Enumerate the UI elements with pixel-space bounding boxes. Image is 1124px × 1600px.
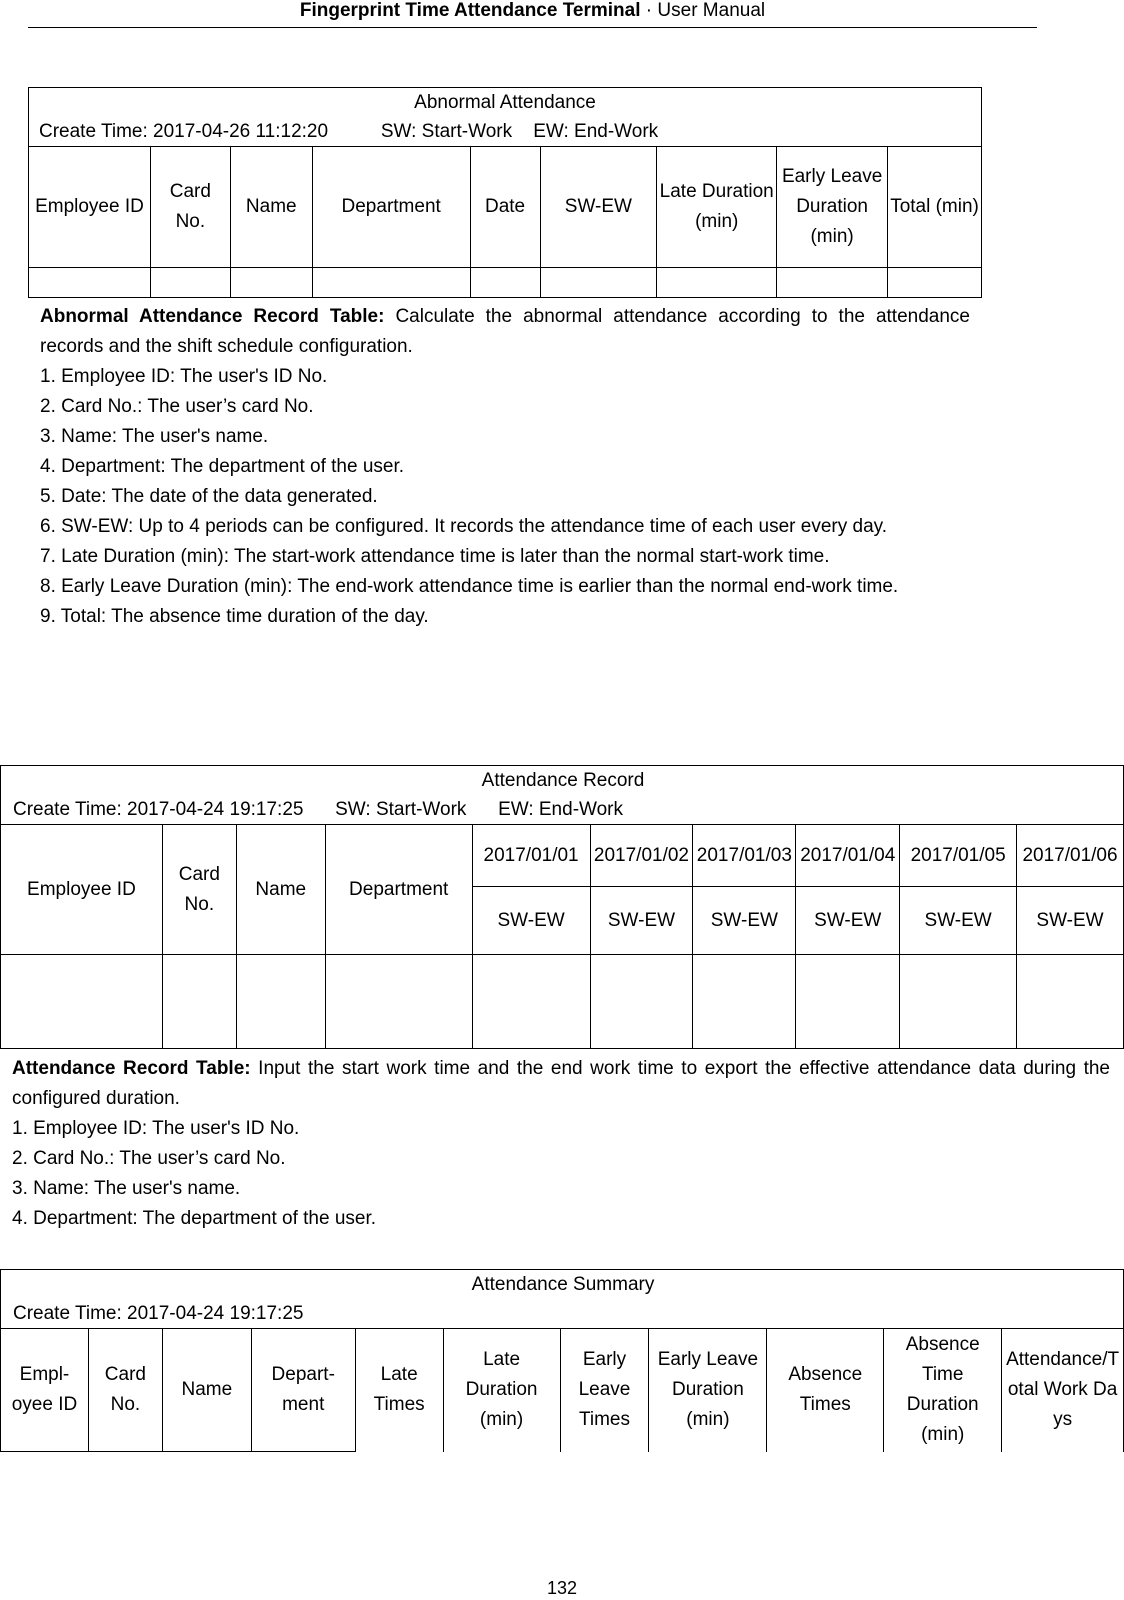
column-header: Department — [311, 146, 471, 268]
table-meta: Create Time: 2017-04-24 19:17:25 — [13, 1303, 304, 1324]
list-item: 7. Late Duration (min): The start-work a… — [40, 546, 830, 567]
empty-cell — [795, 954, 901, 1049]
list-item: 4. Department: The department of the use… — [12, 1208, 377, 1229]
column-header: Absence Times — [766, 1328, 885, 1452]
empty-cell — [539, 267, 658, 298]
column-header: Card No. — [161, 824, 237, 955]
sub-header: SW-EW — [471, 886, 591, 955]
date-header: 2017/01/05 — [899, 824, 1018, 887]
table-meta: Create Time: 2017-04-24 19:17:25 SW: Sta… — [13, 799, 624, 820]
date-header: 2017/01/04 — [795, 824, 901, 887]
empty-cell — [469, 267, 541, 298]
attendance-record-table: Attendance Record Create Time: 2017-04-2… — [0, 765, 1124, 1049]
list-item: 1. Employee ID: The user's ID No. — [12, 1118, 300, 1139]
empty-cell — [229, 267, 313, 298]
description-intro: Attendance Record Table: Input the start… — [12, 1058, 1110, 1109]
sub-header: SW-EW — [899, 886, 1018, 955]
empty-cell — [311, 267, 471, 298]
column-header: Employee ID — [28, 146, 151, 268]
attendance-summary-table: Attendance Summary Create Time: 2017-04-… — [0, 1269, 1124, 1452]
column-header: Absence Time Duration (min) — [883, 1328, 1003, 1452]
column-header: Department — [324, 824, 473, 955]
list-item: 5. Date: The date of the data generated. — [40, 486, 378, 507]
list-item: 8. Early Leave Duration (min): The end-w… — [40, 576, 899, 597]
manual-title: Fingerprint Time Attendance Terminal — [299, 0, 641, 21]
empty-cell — [235, 954, 326, 1049]
column-header: Late Times — [354, 1328, 444, 1452]
column-header: Date — [469, 146, 541, 268]
date-header: 2017/01/02 — [589, 824, 694, 887]
table-title: Attendance Summary — [471, 1274, 655, 1295]
column-header: Employee ID — [0, 824, 163, 955]
list-item: 6. SW-EW: Up to 4 periods can be configu… — [40, 516, 888, 537]
table-title: Abnormal Attendance — [414, 92, 596, 113]
description-title: Abnormal Attendance Record Table: — [40, 306, 385, 327]
date-header: 2017/01/01 — [471, 824, 591, 887]
column-header: Name — [235, 824, 326, 955]
column-header: Depart-ment — [250, 1328, 356, 1452]
empty-cell — [28, 267, 151, 298]
empty-cell — [0, 954, 163, 1049]
sub-header: SW-EW — [795, 886, 901, 955]
description-title: Attendance Record Table: — [12, 1058, 251, 1079]
table-row — [0, 954, 1124, 1049]
empty-cell — [776, 267, 889, 298]
sub-header: SW-EW — [1016, 886, 1124, 955]
column-header: Late Duration (min) — [442, 1328, 561, 1452]
page-number: 132 — [546, 1578, 578, 1598]
empty-cell — [1016, 954, 1124, 1049]
page-header: Fingerprint Time Attendance Terminal · U… — [28, 0, 1037, 28]
column-header: Early Leave Times — [559, 1328, 650, 1452]
table-meta: Create Time: 2017-04-26 11:12:20 SW: Sta… — [39, 121, 659, 142]
description-intro: Abnormal Attendance Record Table: Calcul… — [40, 306, 970, 357]
column-header: Early Leave Duration (min) — [776, 146, 889, 268]
list-item: 3. Name: The user's name. — [12, 1178, 241, 1199]
empty-cell — [149, 267, 231, 298]
manual-subtitle: User Manual — [657, 0, 766, 21]
column-header: Card No. — [87, 1328, 163, 1452]
sub-header: SW-EW — [692, 886, 797, 955]
empty-cell — [161, 954, 237, 1049]
empty-cell — [887, 267, 982, 298]
header-separator: · — [640, 0, 658, 21]
abnormal-attendance-table: Abnormal Attendance Create Time: 2017-04… — [28, 87, 982, 298]
table-row — [28, 267, 982, 298]
list-item: 2. Card No.: The user’s card No. — [40, 396, 314, 417]
record-description: Attendance Record Table: Input the start… — [12, 1054, 1110, 1234]
column-header: Late Duration (min) — [656, 146, 778, 268]
abnormal-description: Abnormal Attendance Record Table: Calcul… — [40, 302, 970, 632]
column-header: Name — [161, 1328, 252, 1452]
empty-cell — [899, 954, 1018, 1049]
list-item: 3. Name: The user's name. — [40, 426, 269, 447]
empty-cell — [692, 954, 797, 1049]
column-header: Attendance/Total Work Days — [1001, 1328, 1124, 1452]
table-title-cell: Abnormal Attendance Create Time: 2017-04… — [28, 87, 982, 147]
table-title: Attendance Record — [481, 770, 645, 791]
list-item: 4. Department: The department of the use… — [40, 456, 405, 477]
list-item: 2. Card No.: The user’s card No. — [12, 1148, 286, 1169]
list-item: 9. Total: The absence time duration of t… — [40, 606, 429, 627]
column-header: Empl-oyee ID — [0, 1328, 89, 1452]
empty-cell — [589, 954, 694, 1049]
column-header: Name — [229, 146, 313, 268]
table-title-cell: Attendance Record Create Time: 2017-04-2… — [0, 765, 1124, 825]
list-item: 1. Employee ID: The user's ID No. — [40, 366, 328, 387]
empty-cell — [324, 954, 473, 1049]
date-header: 2017/01/03 — [692, 824, 797, 887]
table-title-cell: Attendance Summary Create Time: 2017-04-… — [0, 1269, 1124, 1329]
date-header: 2017/01/06 — [1016, 824, 1124, 887]
empty-cell — [656, 267, 778, 298]
empty-cell — [471, 954, 591, 1049]
column-header: Early Leave Duration (min) — [648, 1328, 768, 1452]
column-header: Card No. — [149, 146, 231, 268]
column-header: Total (min) — [887, 146, 982, 268]
column-header: SW-EW — [539, 146, 658, 268]
sub-header: SW-EW — [589, 886, 694, 955]
